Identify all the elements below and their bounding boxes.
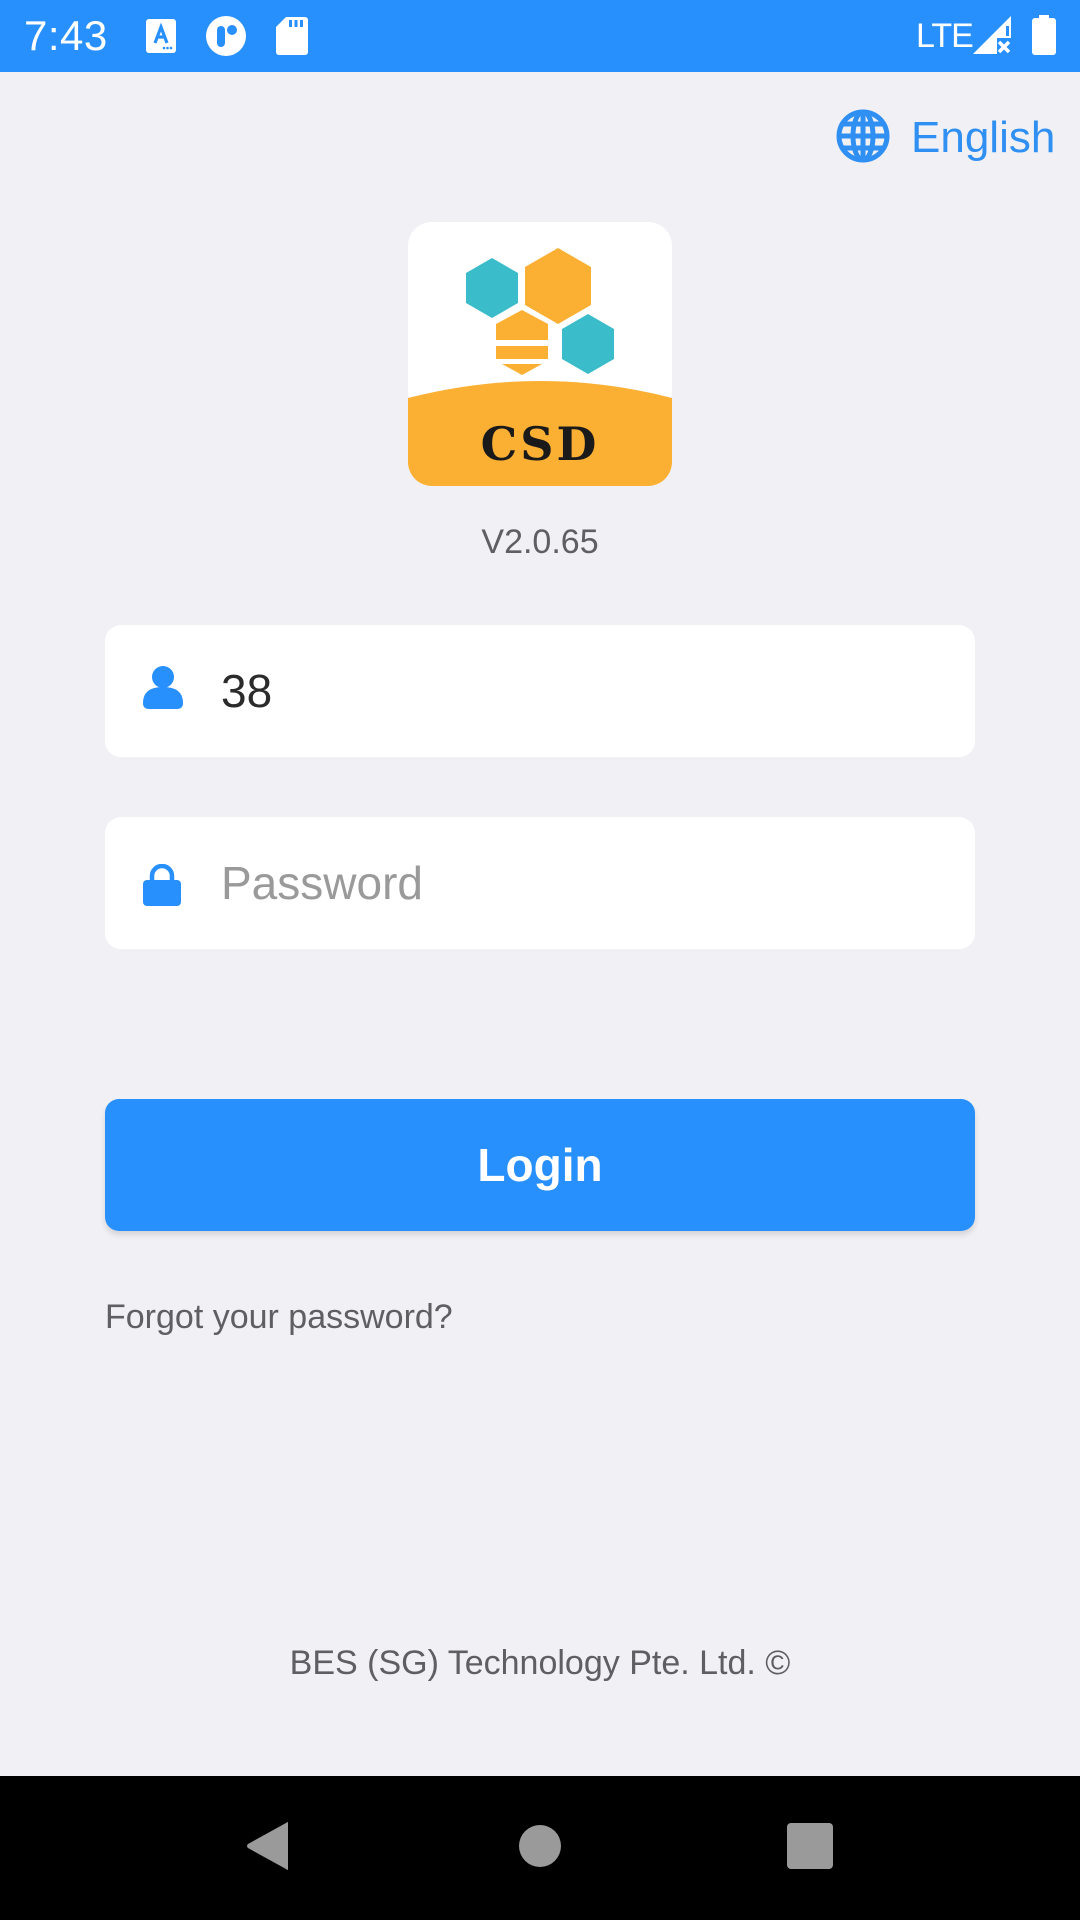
back-triangle-icon [246, 1821, 290, 1876]
globe-icon [835, 108, 891, 169]
user-icon [143, 665, 183, 709]
network-type: LTE [916, 17, 974, 55]
battery-full-icon [1032, 15, 1056, 60]
username-input[interactable] [221, 625, 951, 757]
username-field-container [105, 625, 975, 757]
home-circle-icon [518, 1824, 562, 1873]
app-logo: CSD [408, 222, 672, 486]
app-circle-icon [205, 15, 247, 62]
signal-no-data-icon [973, 16, 1013, 61]
back-button[interactable] [198, 1776, 338, 1920]
language-selector[interactable]: English [835, 108, 1055, 168]
app-version: V2.0.65 [481, 523, 599, 561]
status-bar: 7:43 LTE [0, 0, 1080, 72]
forgot-password-link[interactable]: Forgot your password? [105, 1294, 453, 1340]
password-field-container [105, 817, 975, 949]
password-input[interactable] [221, 817, 951, 949]
logo-text: CSD [481, 417, 600, 471]
recents-square-icon [787, 1822, 833, 1874]
status-time: 7:43 [24, 12, 108, 59]
accessibility-a-icon [146, 19, 176, 58]
login-button[interactable]: Login [105, 1099, 975, 1231]
navigation-bar [0, 1776, 1080, 1920]
language-label: English [911, 113, 1056, 162]
lock-icon [143, 863, 183, 906]
copyright-footer: BES (SG) Technology Pte. Ltd. © [289, 1644, 791, 1682]
recents-button[interactable] [740, 1776, 880, 1920]
home-button[interactable] [470, 1776, 610, 1920]
sd-card-icon [276, 17, 308, 60]
